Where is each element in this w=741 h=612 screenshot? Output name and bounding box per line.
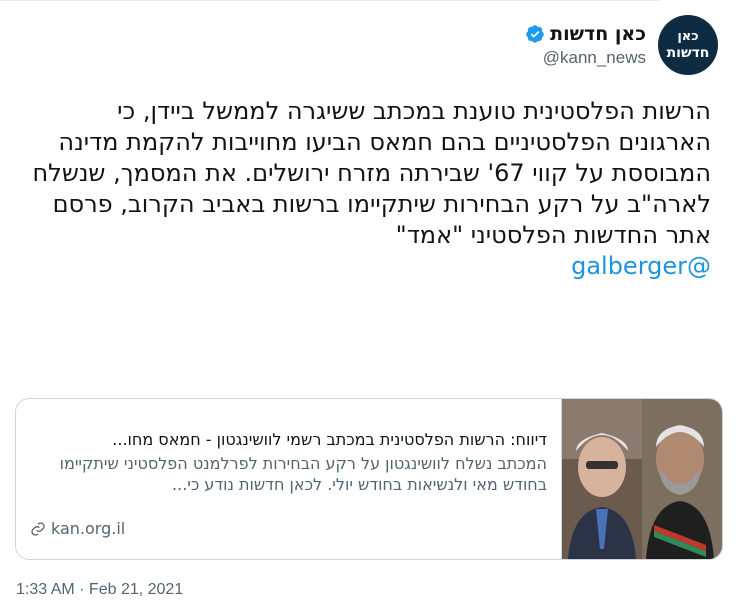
card-domain: kan.org.il xyxy=(30,519,547,538)
account-names: כאן חדשות @kann_news xyxy=(525,23,646,68)
card-description: המכתב נשלח לוושינגטון על רקע הבחירות לפר… xyxy=(59,454,547,494)
top-divider xyxy=(0,0,660,1)
card-title: דיווח: הרשות הפלסטינית במכתב רשמי לוושינ… xyxy=(112,430,547,449)
mention-link[interactable]: @galberger xyxy=(571,252,711,280)
avatar-text-line2: חדשות xyxy=(666,45,710,61)
verified-badge-icon xyxy=(525,24,545,44)
avatar[interactable]: כאן חדשות xyxy=(658,15,718,75)
tweet-timestamp[interactable]: 1:33 AM · Feb 21, 2021 xyxy=(16,581,183,599)
tweet-header: כאן חדשות כאן חדשות @kann_news xyxy=(525,15,718,75)
link-card[interactable]: דיווח: הרשות הפלסטינית במכתב רשמי לוושינ… xyxy=(15,398,723,560)
tweet-text: הרשות הפלסטינית טוענת במכתב ששיגרה לממשל… xyxy=(21,96,712,282)
tweet-body: הרשות הפלסטינית טוענת במכתב ששיגרה לממשל… xyxy=(32,97,712,249)
handle[interactable]: @kann_news xyxy=(525,48,646,68)
card-image-right-portrait xyxy=(562,399,642,559)
card-image-left-portrait xyxy=(642,399,722,559)
link-icon xyxy=(30,521,46,537)
avatar-text-line1: כאן xyxy=(677,29,699,44)
card-domain-text: kan.org.il xyxy=(51,519,126,538)
card-body: דיווח: הרשות הפלסטינית במכתב רשמי לוושינ… xyxy=(16,399,562,559)
display-name[interactable]: כאן חדשות xyxy=(550,23,646,45)
card-image xyxy=(562,399,722,559)
